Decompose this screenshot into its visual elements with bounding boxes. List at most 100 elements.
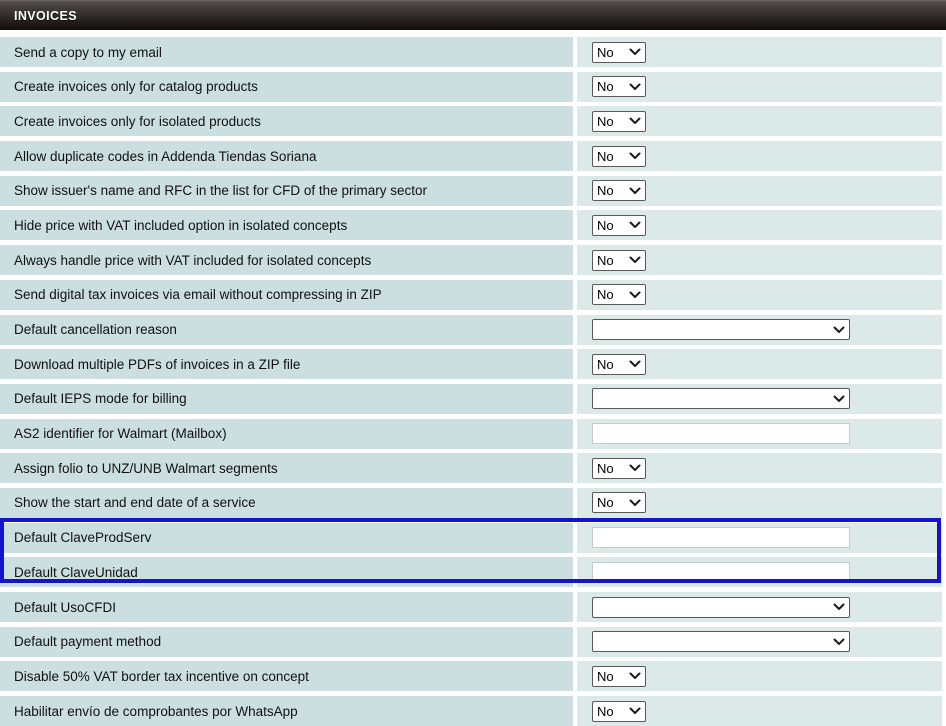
section-header: INVOICES <box>0 0 946 30</box>
setting-text-input[interactable] <box>592 423 850 444</box>
setting-label: Default ClaveUnidad <box>0 557 573 587</box>
settings-row: Show issuer's name and RFC in the list f… <box>0 176 946 206</box>
select-wrapper: No <box>592 215 646 236</box>
setting-label: Show issuer's name and RFC in the list f… <box>0 176 573 206</box>
select-wrapper <box>592 597 850 618</box>
setting-label: Default UsoCFDI <box>0 592 573 622</box>
setting-control-cell: No <box>577 245 942 275</box>
setting-control-cell: No <box>577 176 942 206</box>
select-wrapper: No <box>592 458 646 479</box>
setting-select[interactable] <box>592 597 850 618</box>
select-wrapper: No <box>592 666 646 687</box>
select-wrapper: No <box>592 180 646 201</box>
settings-table: Send a copy to my email No Create invoic… <box>0 30 946 726</box>
setting-control-cell <box>577 557 942 587</box>
settings-row: Default UsoCFDI <box>0 592 946 622</box>
setting-select[interactable]: No <box>592 284 646 305</box>
setting-text-input[interactable] <box>592 527 850 548</box>
setting-control-cell: No <box>577 453 942 483</box>
select-wrapper: No <box>592 146 646 167</box>
setting-label: Download multiple PDFs of invoices in a … <box>0 349 573 379</box>
setting-control-cell <box>577 523 942 553</box>
setting-label: Default payment method <box>0 627 573 657</box>
setting-label: Send digital tax invoices via email with… <box>0 280 573 310</box>
setting-select[interactable]: No <box>592 701 646 722</box>
setting-label: Always handle price with VAT included fo… <box>0 245 573 275</box>
setting-label: Disable 50% VAT border tax incentive on … <box>0 661 573 691</box>
setting-select[interactable] <box>592 319 850 340</box>
settings-row: Create invoices only for isolated produc… <box>0 106 946 136</box>
setting-control-cell: No <box>577 141 942 171</box>
setting-select[interactable]: No <box>592 146 646 167</box>
setting-control-cell: No <box>577 37 942 67</box>
settings-row: Download multiple PDFs of invoices in a … <box>0 349 946 379</box>
setting-label: Allow duplicate codes in Addenda Tiendas… <box>0 141 573 171</box>
setting-label: Default cancellation reason <box>0 315 573 345</box>
select-wrapper: No <box>592 250 646 271</box>
settings-row: Show the start and end date of a service… <box>0 488 946 518</box>
setting-control-cell <box>577 592 942 622</box>
setting-select[interactable] <box>592 388 850 409</box>
settings-row: Habilitar envío de comprobantes por What… <box>0 696 946 726</box>
setting-label: Send a copy to my email <box>0 37 573 67</box>
setting-select[interactable]: No <box>592 42 646 63</box>
setting-text-input[interactable] <box>592 562 850 583</box>
settings-row: Create invoices only for catalog product… <box>0 72 946 102</box>
setting-select[interactable]: No <box>592 76 646 97</box>
select-wrapper: No <box>592 76 646 97</box>
setting-select[interactable]: No <box>592 250 646 271</box>
setting-select[interactable]: No <box>592 666 646 687</box>
setting-select[interactable] <box>592 631 850 652</box>
setting-control-cell <box>577 315 942 345</box>
settings-row: Hide price with VAT included option in i… <box>0 210 946 240</box>
select-wrapper: No <box>592 284 646 305</box>
settings-row: Send a copy to my email No <box>0 37 946 67</box>
setting-label: Show the start and end date of a service <box>0 488 573 518</box>
setting-select[interactable]: No <box>592 111 646 132</box>
select-wrapper: No <box>592 42 646 63</box>
settings-row: Default IEPS mode for billing <box>0 384 946 414</box>
setting-select[interactable]: No <box>592 215 646 236</box>
setting-control-cell: No <box>577 210 942 240</box>
setting-label: Default IEPS mode for billing <box>0 384 573 414</box>
settings-row: Disable 50% VAT border tax incentive on … <box>0 661 946 691</box>
settings-row: AS2 identifier for Walmart (Mailbox) <box>0 419 946 449</box>
setting-control-cell <box>577 627 942 657</box>
settings-row: Default ClaveUnidad <box>0 557 946 587</box>
setting-label: Create invoices only for catalog product… <box>0 72 573 102</box>
setting-select[interactable]: No <box>592 492 646 513</box>
settings-row: Assign folio to UNZ/UNB Walmart segments… <box>0 453 946 483</box>
select-wrapper <box>592 631 850 652</box>
setting-control-cell: No <box>577 72 942 102</box>
select-wrapper: No <box>592 701 646 722</box>
setting-control-cell: No <box>577 661 942 691</box>
settings-row: Allow duplicate codes in Addenda Tiendas… <box>0 141 946 171</box>
setting-label: Default ClaveProdServ <box>0 523 573 553</box>
select-wrapper <box>592 319 850 340</box>
select-wrapper: No <box>592 354 646 375</box>
select-wrapper: No <box>592 111 646 132</box>
settings-row: Default ClaveProdServ <box>0 523 946 553</box>
setting-control-cell <box>577 419 942 449</box>
setting-label: Assign folio to UNZ/UNB Walmart segments <box>0 453 573 483</box>
setting-label: Habilitar envío de comprobantes por What… <box>0 696 573 726</box>
setting-label: Hide price with VAT included option in i… <box>0 210 573 240</box>
setting-select[interactable]: No <box>592 354 646 375</box>
select-wrapper <box>592 388 850 409</box>
setting-control-cell: No <box>577 106 942 136</box>
settings-row: Default payment method <box>0 627 946 657</box>
settings-row: Always handle price with VAT included fo… <box>0 245 946 275</box>
settings-row: Send digital tax invoices via email with… <box>0 280 946 310</box>
setting-control-cell <box>577 384 942 414</box>
section-title: INVOICES <box>14 9 77 23</box>
settings-row: Default cancellation reason <box>0 315 946 345</box>
setting-control-cell: No <box>577 696 942 726</box>
setting-control-cell: No <box>577 349 942 379</box>
setting-select[interactable]: No <box>592 180 646 201</box>
select-wrapper: No <box>592 492 646 513</box>
invoices-settings-page: INVOICES Send a copy to my email No Crea… <box>0 0 946 726</box>
setting-control-cell: No <box>577 280 942 310</box>
setting-label: Create invoices only for isolated produc… <box>0 106 573 136</box>
setting-select[interactable]: No <box>592 458 646 479</box>
setting-control-cell: No <box>577 488 942 518</box>
